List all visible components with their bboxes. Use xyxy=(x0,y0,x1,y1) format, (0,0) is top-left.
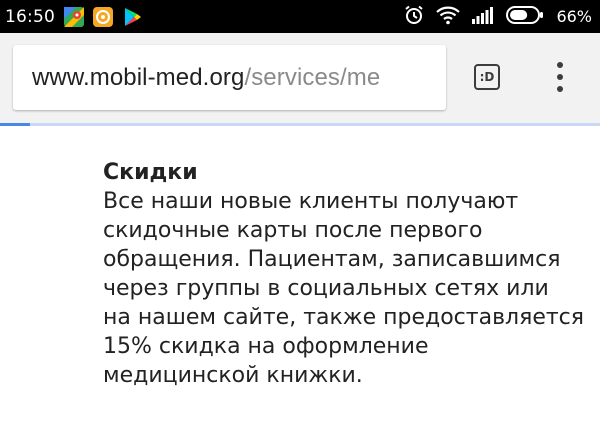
body-line: на нашем сайте, также предоставляется xyxy=(103,303,583,332)
wifi-icon xyxy=(436,5,460,29)
address-bar[interactable]: www.mobil-med.org/services/me xyxy=(13,45,446,110)
signal-icon xyxy=(472,6,494,28)
status-bar: 16:50 xyxy=(0,0,600,33)
play-store-icon xyxy=(122,7,142,27)
body-line: обращения. Пациентам, записавшимся xyxy=(103,245,583,274)
battery-percent: 66% xyxy=(556,7,592,26)
system-indicators: 66% xyxy=(404,0,592,33)
overflow-menu-icon[interactable] xyxy=(552,62,568,92)
body-line: 15% скидка на оформление xyxy=(103,332,583,361)
battery-icon xyxy=(506,6,544,28)
url-fade xyxy=(416,45,446,110)
section-body: Все наши новые клиенты получают скидочны… xyxy=(103,187,583,390)
page-content: Скидки Все наши новые клиенты получают с… xyxy=(103,158,583,390)
page-load-progress-bar xyxy=(0,123,600,126)
body-line: медицинской книжки. xyxy=(103,361,583,390)
tab-switcher-button[interactable]: :D xyxy=(474,64,500,90)
url-host: www.mobil-med.org xyxy=(32,64,244,91)
url-text[interactable]: www.mobil-med.org/services/me xyxy=(13,64,380,92)
maps-app-icon xyxy=(64,7,84,27)
status-time: 16:50 xyxy=(5,7,55,27)
browser-toolbar: www.mobil-med.org/services/me :D xyxy=(0,33,600,123)
url-path: /services/me xyxy=(244,64,380,91)
body-line: скидочные карты после первого xyxy=(103,216,583,245)
notification-icons xyxy=(64,7,142,27)
body-line: Все наши новые клиенты получают xyxy=(103,187,583,216)
alarm-icon xyxy=(404,5,424,29)
body-line: через группы в социальных сетях или xyxy=(103,274,583,303)
page-load-progress-fill xyxy=(0,123,30,126)
section-heading: Скидки xyxy=(103,158,583,187)
tab-switcher-label: :D xyxy=(480,70,495,84)
puzzle-app-icon xyxy=(93,7,113,27)
